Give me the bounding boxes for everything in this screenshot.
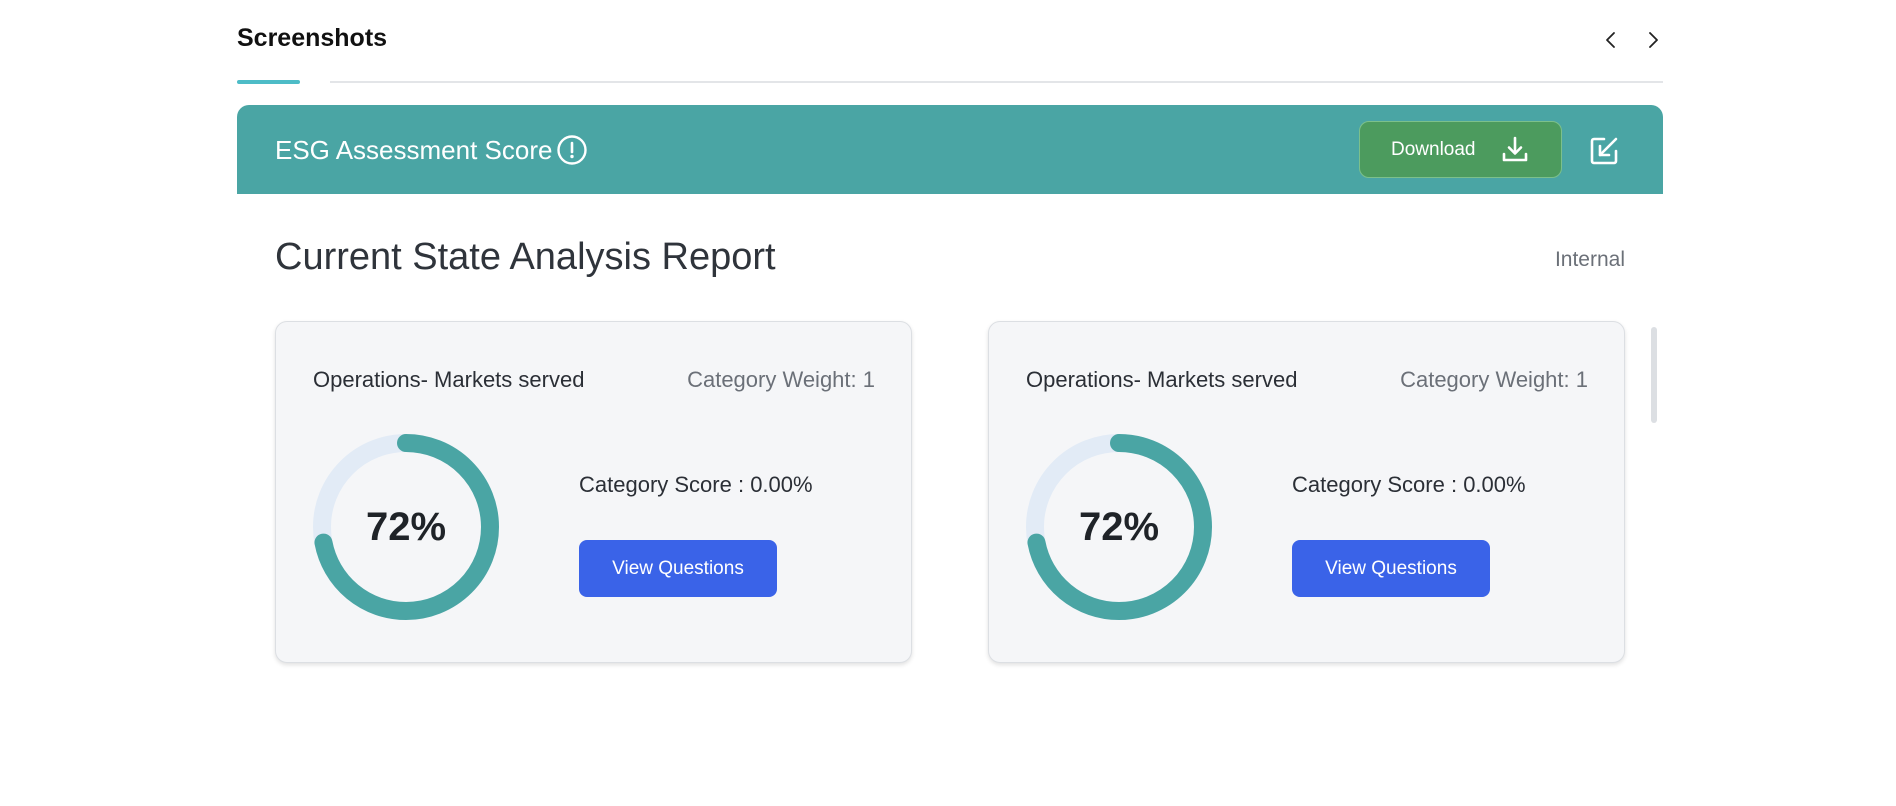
donut-percent: 72% [365, 504, 447, 549]
download-button[interactable]: Download [1359, 121, 1562, 178]
category-score: Category Score : 0.00% [579, 472, 813, 497]
section-header: Screenshots [237, 0, 1663, 86]
scrollbar-thumb[interactable] [1651, 327, 1657, 423]
report-title: Current State Analysis Report [275, 236, 776, 278]
category-score: Category Score : 0.00% [1292, 472, 1526, 497]
donut-percent: 72% [1078, 504, 1160, 549]
report-tag: Internal [1554, 248, 1625, 271]
chevron-left-icon[interactable] [1599, 28, 1623, 52]
category-weight: Category Weight: 1 [687, 367, 875, 392]
download-label: Download [1391, 138, 1476, 160]
divider [330, 81, 1663, 83]
active-tab-underline [237, 80, 300, 84]
category-name: Operations- Markets served [1026, 367, 1298, 392]
external-edit-icon[interactable] [1588, 135, 1620, 167]
chevron-right-icon[interactable] [1641, 28, 1665, 52]
view-questions-button[interactable]: View Questions [579, 540, 777, 597]
download-icon [1502, 136, 1528, 162]
category-card: Operations- Markets served Category Weig… [988, 321, 1625, 663]
section-title: Screenshots [237, 24, 388, 52]
category-weight: Category Weight: 1 [1400, 367, 1588, 392]
info-circle-icon[interactable] [556, 134, 588, 166]
category-name: Operations- Markets served [313, 367, 585, 392]
page: Screenshots ESG Assessment Score Downloa… [0, 0, 1896, 806]
view-questions-button[interactable]: View Questions [1292, 540, 1490, 597]
esg-banner: ESG Assessment Score Download [237, 105, 1663, 194]
banner-title: ESG Assessment Score [275, 135, 553, 165]
category-card: Operations- Markets served Category Weig… [275, 321, 912, 663]
